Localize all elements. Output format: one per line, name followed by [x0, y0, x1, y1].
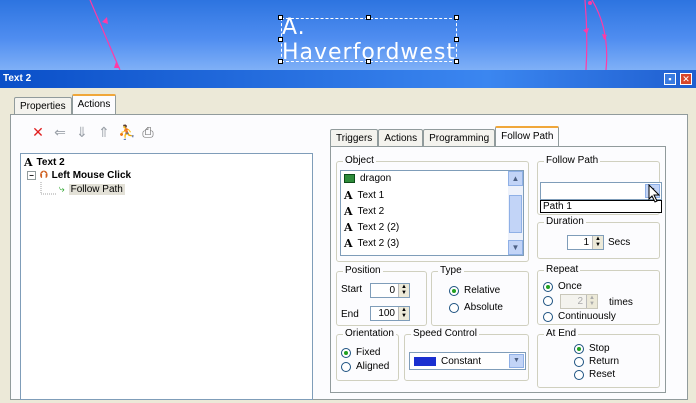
spinner-icon[interactable]: ▲ ▼ — [586, 295, 597, 308]
window-titlebar[interactable]: Text 2 ▪ ✕ — [0, 70, 696, 88]
type-group-label: Type — [438, 265, 464, 276]
radio-dot[interactable] — [574, 369, 584, 380]
times-label: times — [609, 297, 633, 308]
resize-handle[interactable] — [278, 37, 283, 42]
resize-handle[interactable] — [454, 15, 459, 20]
radio-dot[interactable] — [449, 285, 459, 296]
slide-text-box[interactable]: A. Haverfordwest — [281, 15, 457, 65]
people-icon[interactable]: ⛹ — [118, 124, 135, 141]
scroll-down-icon[interactable]: ▼ — [508, 240, 523, 255]
object-listbox[interactable]: dragon A Text 1 A Text 2 A Text 2 (2) A … — [340, 170, 524, 256]
radio-once[interactable]: Once — [543, 281, 582, 292]
type-group: Type — [431, 265, 529, 326]
text-icon: A — [344, 205, 353, 218]
spinner-icon[interactable]: ▲ ▼ — [398, 307, 409, 320]
chevron-down-icon[interactable]: ▼ — [509, 354, 524, 368]
orientation-group-label: Orientation — [343, 328, 396, 339]
radio-relative[interactable]: Relative — [449, 285, 500, 296]
radio-return[interactable]: Return — [574, 356, 619, 367]
slide-title-text: A. Haverfordwest — [281, 15, 457, 65]
slide-canvas[interactable]: A. Haverfordwest — [0, 0, 696, 70]
resize-handle[interactable] — [454, 37, 459, 42]
image-icon — [344, 174, 355, 183]
text-icon: A — [344, 237, 353, 250]
start-label: Start — [341, 284, 363, 295]
radio-continuously[interactable]: Continuously — [543, 311, 616, 322]
at-end-group-label: At End — [544, 328, 579, 339]
speed-control-group-label: Speed Control — [411, 328, 479, 339]
move-up-icon[interactable]: ⇑ — [96, 124, 112, 141]
radio-times[interactable] — [543, 296, 553, 306]
print-icon[interactable]: ⎙ — [140, 124, 156, 141]
mouse-cursor-icon — [648, 184, 661, 203]
radio-stop[interactable]: Stop — [574, 343, 610, 354]
radio-absolute[interactable]: Absolute — [449, 302, 503, 313]
object-scrollbar[interactable]: ▲ ▼ — [508, 171, 523, 255]
resize-handle[interactable] — [278, 59, 283, 64]
duration-unit: Secs — [608, 237, 631, 248]
resize-handle[interactable] — [454, 59, 459, 64]
duration-input[interactable]: 1 ▲ ▼ — [567, 235, 604, 250]
delete-icon[interactable]: ✕ — [30, 124, 46, 141]
path-dropdown-list[interactable]: Path 1 — [540, 200, 662, 213]
list-item[interactable]: A Text 2 — [344, 205, 384, 218]
speed-swatch — [414, 357, 436, 366]
object-group-label: Object — [343, 155, 376, 166]
list-item[interactable]: A Text 2 (2) — [344, 221, 399, 234]
text-icon: A — [344, 221, 353, 234]
position-group-label: Position — [343, 265, 383, 276]
scroll-thumb[interactable] — [509, 195, 522, 233]
text-icon: A — [344, 189, 353, 202]
actions-tree[interactable]: A Text 2 − ⮉ Left Mouse Click ⤷ Follow P… — [20, 153, 313, 400]
close-icon: ✕ — [682, 74, 690, 84]
radio-dot[interactable] — [574, 343, 584, 354]
back-arrow-icon[interactable]: ⇐ — [52, 124, 68, 141]
tab-programming[interactable]: Programming — [423, 129, 496, 146]
repeat-group-label: Repeat — [544, 264, 581, 275]
resize-handle[interactable] — [278, 15, 283, 20]
list-item[interactable]: A Text 1 — [344, 189, 384, 202]
radio-fixed[interactable]: Fixed — [341, 347, 380, 358]
window-title: Text 2 — [3, 73, 32, 84]
tab-follow-path[interactable]: Follow Path — [495, 126, 560, 146]
path-option[interactable]: Path 1 — [543, 201, 572, 212]
spinner-icon[interactable]: ▲ ▼ — [592, 236, 603, 249]
radio-reset[interactable]: Reset — [574, 369, 615, 380]
tab-properties[interactable]: Properties — [14, 97, 72, 114]
radio-dot[interactable] — [341, 361, 351, 372]
move-down-icon[interactable]: ⇓ — [74, 124, 90, 141]
radio-dot[interactable] — [543, 281, 553, 292]
resize-handle[interactable] — [366, 15, 371, 20]
tab-actions[interactable]: Actions — [71, 94, 117, 114]
tab-triggers[interactable]: Triggers — [330, 129, 379, 146]
radio-dot[interactable] — [543, 311, 553, 322]
repeat-times-input[interactable]: 2 ▲ ▼ — [560, 294, 598, 309]
radio-aligned[interactable]: Aligned — [341, 361, 389, 372]
outer-tab-strip: Properties Actions — [14, 94, 117, 114]
radio-dot[interactable] — [341, 347, 351, 358]
actions-toolbar: ✕ ⇐ ⇓ ⇑ ⛹ ⎙ — [30, 124, 156, 141]
resize-handle[interactable] — [366, 59, 371, 64]
speed-select-value: Constant — [441, 356, 482, 367]
radio-dot[interactable] — [449, 302, 459, 313]
duration-group-label: Duration — [544, 216, 586, 227]
end-label: End — [341, 309, 359, 320]
speed-select[interactable]: Constant ▼ — [409, 352, 526, 370]
follow-path-group-label: Follow Path — [544, 155, 601, 166]
start-input[interactable]: 0 ▲ ▼ — [370, 283, 410, 298]
radio-dot[interactable] — [574, 356, 584, 367]
spinner-icon[interactable]: ▲ ▼ — [398, 284, 409, 297]
minimize-button[interactable]: ▪ — [664, 73, 676, 85]
scroll-up-icon[interactable]: ▲ — [508, 171, 523, 186]
minimize-icon: ▪ — [668, 74, 672, 84]
close-button[interactable]: ✕ — [680, 73, 692, 85]
tree-lines — [40, 182, 57, 195]
list-item[interactable]: dragon — [344, 173, 391, 184]
end-input[interactable]: 100 ▲ ▼ — [370, 306, 410, 321]
inner-tab-strip: Triggers Actions Programming Follow Path — [330, 126, 560, 146]
path-select[interactable]: ▼ — [540, 182, 662, 200]
list-item[interactable]: A Text 2 (3) — [344, 237, 399, 250]
radio-dot[interactable] — [543, 296, 553, 306]
tab-actions-inner[interactable]: Actions — [378, 129, 424, 146]
